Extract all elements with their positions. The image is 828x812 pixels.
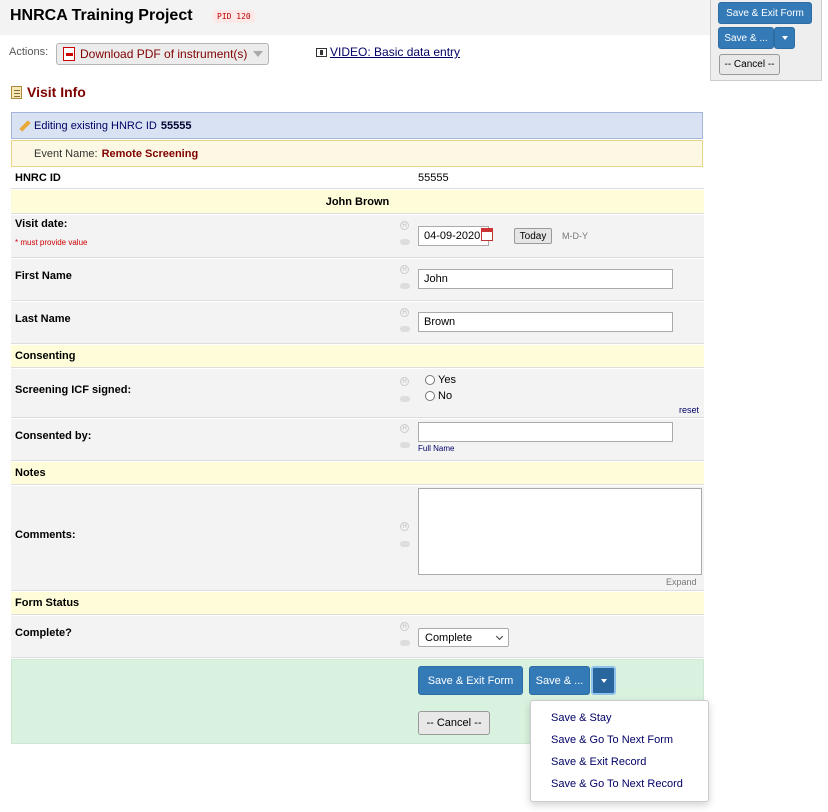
menu-item-save-next-record[interactable]: Save & Go To Next Record [551, 778, 683, 790]
last-name-label: Last Name [15, 313, 71, 325]
required-note: * must provide value [15, 238, 88, 247]
caret-down-icon [600, 678, 607, 683]
reset-link[interactable]: reset [679, 405, 699, 415]
last-name-input[interactable]: Brown [418, 312, 673, 332]
cancel-button[interactable]: -- Cancel -- [418, 711, 490, 735]
download-pdf-label: Download PDF of instrument(s) [80, 47, 248, 61]
first-name-row: First Name H John [11, 259, 704, 301]
save-exit-form-button[interactable]: Save & Exit Form [418, 666, 523, 695]
visit-date-input[interactable]: 04-09-2020 [418, 226, 489, 246]
menu-item-save-exit-record[interactable]: Save & Exit Record [551, 756, 646, 768]
event-label: Event Name: [34, 147, 98, 160]
save-more-button[interactable]: Save & ... [529, 666, 590, 695]
complete-status-select[interactable]: Complete [418, 628, 509, 647]
visit-date-row: Visit date: * must provide value H 04-09… [11, 215, 704, 258]
expand-link[interactable]: Expand [666, 577, 697, 587]
form-icon [11, 86, 22, 99]
radio-no[interactable] [425, 391, 435, 401]
comment-bubble-icon[interactable] [400, 396, 410, 402]
field-history-icon[interactable]: H [400, 424, 409, 433]
comments-textarea[interactable] [418, 488, 702, 575]
icf-label: Screening ICF signed: [15, 384, 132, 396]
pid-badge: PID 120 [213, 10, 255, 23]
date-format-hint: M-D-Y [562, 231, 588, 241]
video-link[interactable]: VIDEO: Basic data entry [316, 45, 460, 59]
field-history-icon[interactable]: H [400, 622, 409, 631]
comment-bubble-icon[interactable] [400, 283, 410, 289]
save-options-toggle[interactable] [591, 666, 616, 695]
visit-date-label: Visit date: [15, 218, 68, 230]
field-history-icon[interactable]: H [400, 377, 409, 386]
screening-icf-row: Screening ICF signed: H Yes No [11, 369, 704, 418]
hnrc-id-row: HNRC ID 55555 [11, 168, 704, 189]
complete-row: Complete? H [11, 616, 704, 658]
comment-bubble-icon[interactable] [400, 640, 410, 646]
chevron-down-icon [253, 51, 264, 57]
floating-cancel-button[interactable]: -- Cancel -- [719, 54, 780, 75]
complete-status-value: Complete [425, 631, 473, 644]
film-icon [316, 47, 327, 57]
event-name-banner: Event Name: Remote Screening [11, 140, 703, 167]
radio-no-label[interactable]: No [438, 390, 452, 402]
record-name: John Brown [325, 196, 390, 208]
pdf-icon [63, 47, 75, 61]
first-name-label: First Name [15, 270, 72, 282]
hnrc-id-value: 55555 [418, 172, 449, 184]
field-history-icon[interactable]: H [400, 265, 409, 274]
menu-item-save-stay[interactable]: Save & Stay [551, 712, 612, 724]
form-title: Visit Info [27, 84, 86, 100]
radio-yes-label[interactable]: Yes [438, 374, 456, 386]
form-status-section-header: Form Status [11, 592, 704, 615]
download-pdf-button[interactable]: Download PDF of instrument(s) [56, 43, 269, 65]
floating-save-more-button[interactable]: Save & ... [718, 27, 774, 49]
full-name-hint: Full Name [418, 444, 455, 453]
project-title: HNRCA Training Project [10, 7, 193, 24]
event-name: Remote Screening [101, 147, 199, 160]
today-button[interactable]: Today [514, 228, 552, 244]
notes-section-header: Notes [11, 462, 704, 485]
menu-item-save-next-form[interactable]: Save & Go To Next Form [551, 734, 673, 746]
complete-label: Complete? [15, 627, 72, 639]
form-status-header-label: Form Status [15, 597, 80, 609]
editing-record-banner: Editing existing HNRC ID 55555 [11, 112, 703, 139]
consented-by-label: Consented by: [15, 430, 92, 442]
comments-label: Comments: [15, 529, 76, 541]
first-name-input[interactable]: John [418, 269, 673, 289]
chevron-down-icon [495, 632, 504, 640]
consented-by-row: Consented by: H [11, 419, 704, 461]
comment-bubble-icon[interactable] [400, 239, 410, 245]
notes-header-label: Notes [15, 467, 46, 479]
floating-save-exit-button[interactable]: Save & Exit Form [718, 2, 812, 24]
radio-yes[interactable] [425, 375, 435, 385]
floating-save-dropdown-toggle[interactable] [774, 27, 795, 49]
video-link-label: VIDEO: Basic data entry [330, 45, 461, 59]
field-history-icon[interactable]: H [400, 308, 409, 317]
pencil-icon [18, 120, 30, 132]
record-name-banner: John Brown [11, 190, 704, 214]
comment-bubble-icon[interactable] [400, 541, 410, 547]
save-options-dropdown: Save & Stay Save & Go To Next Form Save … [530, 700, 709, 802]
calendar-icon[interactable] [481, 228, 493, 241]
last-name-row: Last Name H Brown [11, 302, 704, 344]
comment-bubble-icon[interactable] [400, 326, 410, 332]
consenting-section-header: Consenting [11, 345, 704, 368]
consented-by-input[interactable] [418, 422, 673, 442]
hnrc-id-label: HNRC ID [15, 172, 61, 184]
actions-label: Actions: [9, 46, 49, 58]
caret-down-icon [781, 36, 788, 40]
field-history-icon[interactable]: H [400, 522, 409, 531]
comment-bubble-icon[interactable] [400, 442, 410, 448]
record-id: 55555 [160, 119, 192, 132]
field-history-icon[interactable]: H [400, 221, 409, 230]
editing-prefix: Editing existing HNRC ID [34, 119, 157, 132]
consenting-header-label: Consenting [15, 350, 76, 362]
